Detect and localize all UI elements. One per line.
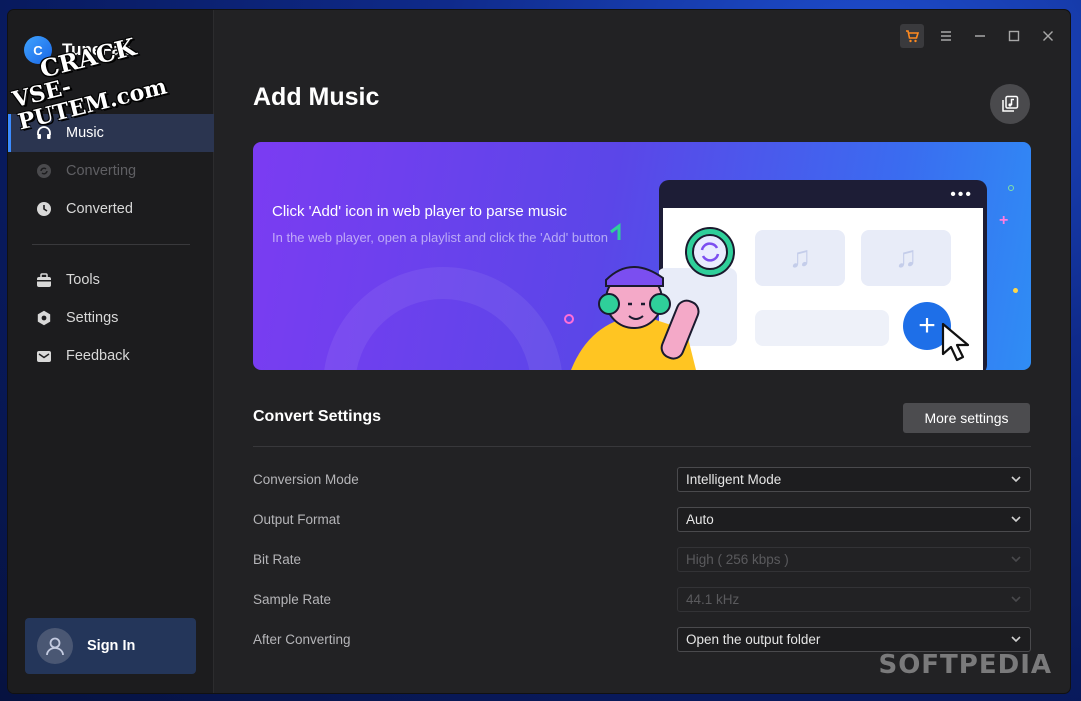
select-value: High ( 256 kbps ) bbox=[686, 551, 789, 567]
setting-label: Bit Rate bbox=[253, 551, 302, 567]
setting-row-sample-rate: Sample Rate 44.1 kHz bbox=[253, 586, 1031, 612]
user-icon bbox=[46, 637, 64, 656]
more-dots-icon: ••• bbox=[950, 186, 973, 203]
sign-in-label: Sign In bbox=[87, 638, 136, 654]
main-panel: Add Music Click 'Add' icon in web player… bbox=[214, 10, 1070, 693]
page-title: Add Music bbox=[253, 83, 380, 111]
illustration-player-bar bbox=[755, 310, 889, 346]
music-tile-icon: ♫ bbox=[755, 230, 845, 286]
sidebar-item-label: Music bbox=[66, 125, 104, 141]
sidebar-item-converting[interactable]: Converting bbox=[8, 152, 214, 190]
sidebar-divider bbox=[32, 244, 190, 245]
chevron-down-icon bbox=[1010, 553, 1022, 565]
mail-icon bbox=[36, 348, 52, 364]
clock-icon bbox=[36, 201, 52, 217]
setting-row-output-format: Output Format Auto bbox=[253, 506, 1031, 532]
sidebar-item-feedback[interactable]: Feedback bbox=[8, 337, 214, 375]
setting-row-conversion-mode: Conversion Mode Intelligent Mode bbox=[253, 466, 1031, 492]
sidebar-nav: Music Converting Converted Tools Setting… bbox=[8, 114, 214, 375]
chevron-down-icon bbox=[1010, 593, 1022, 605]
headphones-icon bbox=[36, 125, 52, 141]
sidebar-item-label: Settings bbox=[66, 310, 119, 326]
softpedia-watermark: SOFTPEDIA bbox=[878, 650, 1052, 680]
output-format-select[interactable]: Auto bbox=[677, 506, 1031, 532]
sidebar-item-converted[interactable]: Converted bbox=[8, 190, 214, 228]
converting-icon bbox=[36, 163, 52, 179]
brand: C TuneFab bbox=[24, 36, 132, 64]
sidebar-item-settings[interactable]: Settings bbox=[8, 299, 214, 337]
setting-label: Sample Rate bbox=[253, 591, 332, 607]
sidebar-item-music[interactable]: Music bbox=[8, 114, 214, 152]
after-converting-select[interactable]: Open the output folder bbox=[677, 626, 1031, 652]
chevron-down-icon bbox=[1010, 513, 1022, 525]
sidebar-item-label: Feedback bbox=[66, 348, 130, 364]
setting-label: Conversion Mode bbox=[253, 471, 359, 487]
guide-banner: Click 'Add' icon in web player to parse … bbox=[253, 142, 1031, 370]
toolbox-icon bbox=[36, 272, 52, 288]
decor-dot bbox=[1008, 185, 1014, 191]
add-music-button[interactable] bbox=[990, 84, 1030, 124]
sidebar-item-label: Tools bbox=[66, 272, 100, 288]
select-value: 44.1 kHz bbox=[686, 591, 740, 607]
banner-subtitle: In the web player, open a playlist and c… bbox=[272, 230, 608, 245]
sidebar-item-tools[interactable]: Tools bbox=[8, 261, 214, 299]
convert-settings-title: Convert Settings bbox=[253, 408, 382, 425]
setting-label: Output Format bbox=[253, 511, 341, 527]
avatar bbox=[37, 628, 73, 664]
conversion-mode-select[interactable]: Intelligent Mode bbox=[677, 466, 1031, 492]
select-value: Intelligent Mode bbox=[686, 471, 782, 487]
gear-icon bbox=[36, 310, 52, 326]
sidebar-item-label: Converted bbox=[66, 201, 133, 217]
app-window: C TuneFab CRACK VSE-PUTEM.com Music Conv… bbox=[8, 10, 1070, 693]
section-divider bbox=[253, 446, 1031, 447]
chevron-down-icon bbox=[1010, 473, 1022, 485]
sign-in-button[interactable]: Sign In bbox=[25, 618, 196, 674]
more-settings-button[interactable]: More settings bbox=[903, 403, 1030, 433]
person-headphones-icon bbox=[571, 223, 735, 370]
select-value: Auto bbox=[686, 511, 714, 527]
sample-rate-select: 44.1 kHz bbox=[677, 586, 1031, 612]
chevron-down-icon bbox=[1010, 633, 1022, 645]
banner-decor-ring bbox=[323, 267, 563, 370]
app-logo: C bbox=[24, 36, 52, 64]
decor-dot bbox=[1013, 288, 1018, 293]
sidebar-item-label: Converting bbox=[66, 163, 137, 179]
setting-row-bit-rate: Bit Rate High ( 256 kbps ) bbox=[253, 546, 1031, 572]
banner-title: Click 'Add' icon in web player to parse … bbox=[272, 203, 568, 220]
setting-label: After Converting bbox=[253, 631, 351, 647]
bit-rate-select: High ( 256 kbps ) bbox=[677, 546, 1031, 572]
cursor-icon bbox=[941, 322, 970, 362]
music-tile-icon: ♫ bbox=[861, 230, 951, 286]
music-library-icon bbox=[1002, 95, 1019, 112]
decor-plus-icon: + bbox=[999, 212, 1009, 229]
app-name: TuneFab bbox=[62, 40, 132, 59]
sidebar: C TuneFab CRACK VSE-PUTEM.com Music Conv… bbox=[8, 10, 214, 693]
setting-row-after-converting: After Converting Open the output folder bbox=[253, 626, 1031, 652]
select-value: Open the output folder bbox=[686, 631, 821, 647]
